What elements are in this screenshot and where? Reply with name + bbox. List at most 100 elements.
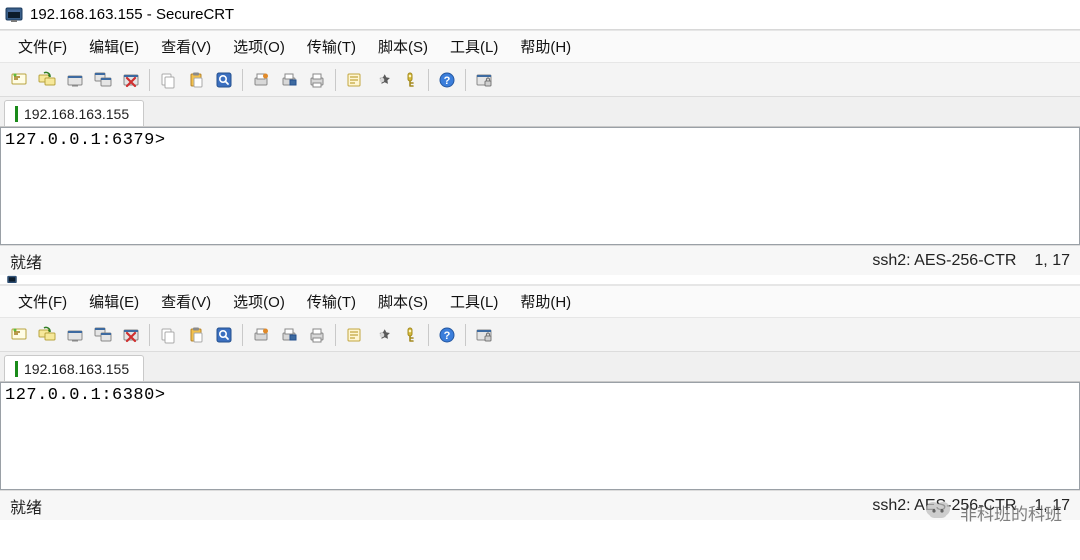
tab-strip: 192.168.163.155	[0, 97, 1080, 127]
session-tab[interactable]: 192.168.163.155	[4, 355, 144, 381]
keymap-icon	[401, 71, 419, 89]
app-icon	[4, 275, 20, 285]
toolbar-separator	[149, 69, 150, 91]
quick-connect-button[interactable]	[6, 322, 32, 348]
quick-connect-button[interactable]	[6, 67, 32, 93]
reconnect-icon	[38, 326, 56, 344]
paste-button[interactable]	[183, 67, 209, 93]
tab-strip: 192.168.163.155	[0, 352, 1080, 382]
keymap-button[interactable]	[397, 67, 423, 93]
find-button[interactable]	[211, 67, 237, 93]
print-setup-icon	[252, 326, 270, 344]
print-icon	[308, 71, 326, 89]
window-divider	[0, 275, 1080, 285]
menu-item[interactable]: 编辑(E)	[81, 287, 147, 316]
quick-connect-icon	[10, 326, 28, 344]
print-screen-icon	[280, 326, 298, 344]
help-button[interactable]	[434, 322, 460, 348]
keymap-button[interactable]	[397, 322, 423, 348]
menu-item[interactable]: 选项(O)	[225, 32, 293, 61]
status-ready: 就绪	[10, 249, 42, 273]
options-button[interactable]	[369, 67, 395, 93]
menu-item[interactable]: 编辑(E)	[81, 32, 147, 61]
help-button[interactable]	[434, 67, 460, 93]
properties-icon	[345, 326, 363, 344]
lock-session-button[interactable]	[471, 322, 497, 348]
options-button[interactable]	[369, 322, 395, 348]
options-icon	[373, 71, 391, 89]
print-button[interactable]	[304, 322, 330, 348]
print-setup-button[interactable]	[248, 67, 274, 93]
tab-label: 192.168.163.155	[24, 106, 129, 122]
tab-label: 192.168.163.155	[24, 361, 129, 377]
terminal-area[interactable]: 127.0.0.1:6380>	[0, 382, 1080, 490]
lock-session-button[interactable]	[471, 67, 497, 93]
toolbar-separator	[335, 69, 336, 91]
menu-item[interactable]: 工具(L)	[442, 287, 506, 316]
status-ready: 就绪	[10, 494, 42, 518]
disconnect-button[interactable]	[62, 322, 88, 348]
menu-item[interactable]: 传输(T)	[299, 32, 364, 61]
copy-button[interactable]	[155, 67, 181, 93]
properties-button[interactable]	[341, 322, 367, 348]
options-icon	[373, 326, 391, 344]
menu-item[interactable]: 查看(V)	[153, 287, 219, 316]
sessions-icon	[94, 326, 112, 344]
menu-item[interactable]: 脚本(S)	[370, 32, 436, 61]
properties-button[interactable]	[341, 67, 367, 93]
lock-session-icon	[475, 71, 493, 89]
toolbar-separator	[242, 69, 243, 91]
status-cursor-position: 1, 17	[1034, 497, 1070, 515]
find-icon	[215, 71, 233, 89]
status-connection: ssh2: AES-256-CTR	[872, 252, 1016, 270]
disconnect-button[interactable]	[62, 67, 88, 93]
reconnect-icon	[38, 71, 56, 89]
find-button[interactable]	[211, 322, 237, 348]
status-bar: 就绪 ssh2: AES-256-CTR 1, 17	[0, 490, 1080, 520]
sessions-button[interactable]	[90, 67, 116, 93]
menu-item[interactable]: 传输(T)	[299, 287, 364, 316]
disconnect-all-button[interactable]	[118, 322, 144, 348]
print-setup-button[interactable]	[248, 322, 274, 348]
toolbar-separator	[335, 324, 336, 346]
status-connection: ssh2: AES-256-CTR	[872, 497, 1016, 515]
sessions-button[interactable]	[90, 322, 116, 348]
tab-active-indicator	[15, 106, 18, 122]
terminal-area[interactable]: 127.0.0.1:6379>	[0, 127, 1080, 245]
lock-session-icon	[475, 326, 493, 344]
menu-item[interactable]: 脚本(S)	[370, 287, 436, 316]
menu-item[interactable]: 查看(V)	[153, 32, 219, 61]
print-setup-icon	[252, 71, 270, 89]
disconnect-all-icon	[122, 326, 140, 344]
disconnect-icon	[66, 71, 84, 89]
toolbar-separator	[428, 324, 429, 346]
menu-bar: 文件(F)编辑(E)查看(V)选项(O)传输(T)脚本(S)工具(L)帮助(H)	[0, 31, 1080, 63]
reconnect-button[interactable]	[34, 322, 60, 348]
print-button[interactable]	[304, 67, 330, 93]
keymap-icon	[401, 326, 419, 344]
print-screen-button[interactable]	[276, 322, 302, 348]
menu-item[interactable]: 文件(F)	[10, 32, 75, 61]
menu-item[interactable]: 帮助(H)	[512, 32, 579, 61]
copy-button[interactable]	[155, 322, 181, 348]
title-bar: 192.168.163.155 - SecureCRT	[0, 0, 1080, 30]
tab-active-indicator	[15, 361, 18, 377]
menu-item[interactable]: 帮助(H)	[512, 287, 579, 316]
reconnect-button[interactable]	[34, 67, 60, 93]
paste-button[interactable]	[183, 322, 209, 348]
session-tab[interactable]: 192.168.163.155	[4, 100, 144, 126]
print-screen-button[interactable]	[276, 67, 302, 93]
toolbar-separator	[242, 324, 243, 346]
window-title: 192.168.163.155 - SecureCRT	[30, 6, 234, 23]
menu-item[interactable]: 工具(L)	[442, 32, 506, 61]
securecrt-instance: 文件(F)编辑(E)查看(V)选项(O)传输(T)脚本(S)工具(L)帮助(H)…	[0, 285, 1080, 520]
help-icon	[438, 326, 456, 344]
menu-item[interactable]: 选项(O)	[225, 287, 293, 316]
toolbar-separator	[465, 69, 466, 91]
find-icon	[215, 326, 233, 344]
terminal-prompt: 127.0.0.1:6379>	[5, 131, 166, 150]
sessions-icon	[94, 71, 112, 89]
menu-item[interactable]: 文件(F)	[10, 287, 75, 316]
disconnect-all-button[interactable]	[118, 67, 144, 93]
menu-bar: 文件(F)编辑(E)查看(V)选项(O)传输(T)脚本(S)工具(L)帮助(H)	[0, 286, 1080, 318]
